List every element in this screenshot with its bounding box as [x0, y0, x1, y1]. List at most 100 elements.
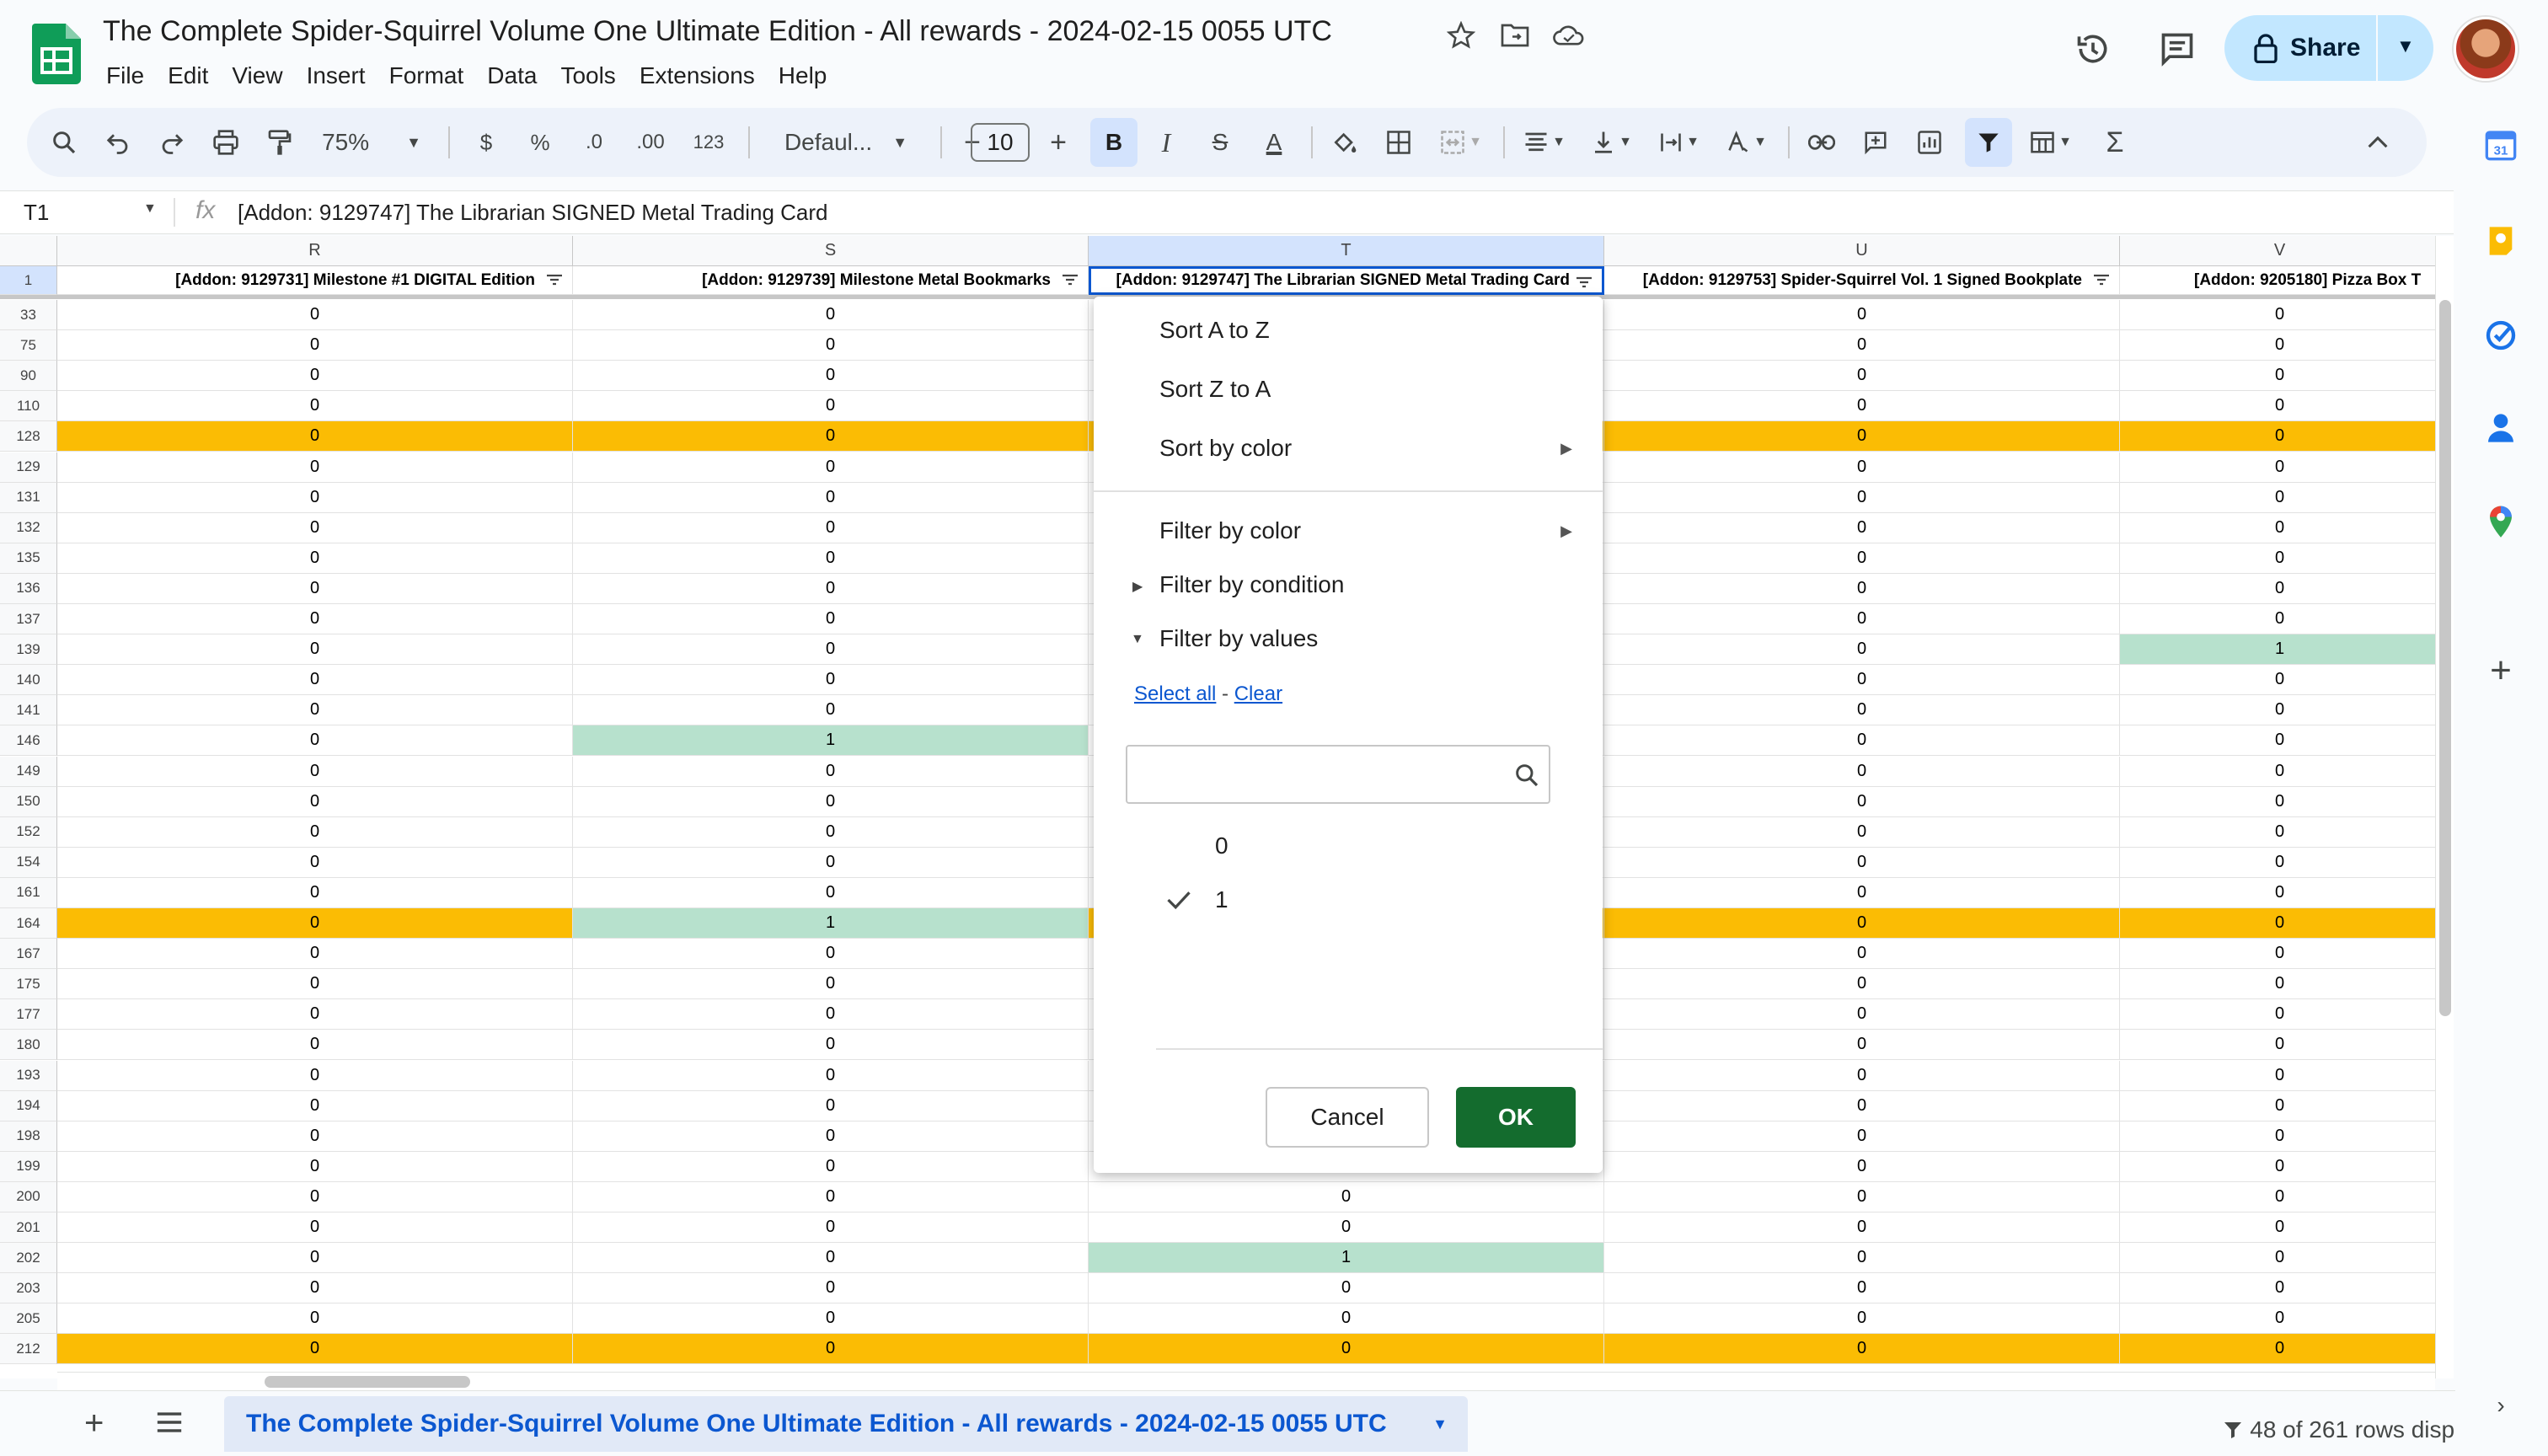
table-cell[interactable]: 0 [573, 1273, 1089, 1304]
table-cell[interactable]: 0 [1604, 877, 2120, 908]
table-cell[interactable]: 0 [1089, 1212, 1604, 1244]
fill-color-icon[interactable] [1323, 108, 1367, 177]
table-cell[interactable]: 0 [2120, 695, 2435, 726]
header-cell[interactable]: [Addon: 9129747] The Librarian SIGNED Me… [1089, 266, 1604, 295]
italic-button[interactable]: I [1144, 108, 1188, 177]
table-cell[interactable]: 1 [2120, 634, 2435, 666]
table-cell[interactable]: 0 [573, 1212, 1089, 1244]
table-cell[interactable]: 0 [2120, 939, 2435, 970]
table-cell[interactable]: 0 [2120, 817, 2435, 848]
column-header-v[interactable]: V [2120, 236, 2435, 266]
table-cell[interactable]: 0 [2120, 513, 2435, 543]
table-cell[interactable]: 0 [2120, 1182, 2435, 1212]
table-cell[interactable]: 0 [2120, 1303, 2435, 1335]
functions-icon[interactable]: Σ [2093, 108, 2137, 177]
ok-button[interactable]: OK [1456, 1087, 1576, 1148]
menu-edit[interactable]: Edit [156, 59, 220, 93]
table-cell[interactable]: 0 [1604, 300, 2120, 331]
row-header[interactable]: 141 [0, 695, 57, 726]
table-cell[interactable]: 0 [57, 665, 573, 696]
table-cell[interactable]: 0 [57, 756, 573, 787]
table-cell[interactable]: 0 [2120, 999, 2435, 1030]
row-header[interactable]: 136 [0, 573, 57, 604]
row-header[interactable]: 202 [0, 1243, 57, 1274]
font-size-input[interactable]: 10 [971, 123, 1030, 162]
filter-value-item[interactable]: 1 [1166, 880, 1503, 922]
table-cell[interactable]: 1 [573, 908, 1089, 939]
number-format-button[interactable]: 123 [682, 108, 735, 177]
add-sheet-icon[interactable]: + [84, 1405, 104, 1443]
header-cell[interactable]: [Addon: 9129731] Milestone #1 DIGITAL Ed… [57, 266, 573, 295]
text-wrapping-icon[interactable]: ▼ [1650, 108, 1709, 177]
table-cell[interactable]: 0 [57, 1181, 573, 1212]
table-cell[interactable]: 0 [2120, 1212, 2435, 1244]
table-cell[interactable]: 0 [1604, 421, 2120, 452]
table-cell[interactable]: 0 [2120, 452, 2435, 483]
table-cell[interactable]: 0 [1604, 330, 2120, 361]
table-cell[interactable]: 0 [573, 816, 1089, 848]
table-cell[interactable]: 0 [573, 421, 1089, 452]
currency-format-button[interactable]: $ [465, 108, 507, 177]
table-cell[interactable]: 0 [2120, 787, 2435, 817]
row-header[interactable]: 193 [0, 1060, 57, 1091]
column-header-s[interactable]: S [573, 236, 1089, 266]
table-cell[interactable]: 0 [57, 1030, 573, 1061]
sort-by-color[interactable]: Sort by color [1159, 435, 1292, 462]
row-header[interactable]: 167 [0, 939, 57, 970]
row-header[interactable]: 201 [0, 1212, 57, 1244]
contacts-icon[interactable] [2479, 406, 2523, 450]
table-cell[interactable]: 0 [573, 1243, 1089, 1274]
table-cell[interactable]: 0 [1604, 573, 2120, 604]
table-cell[interactable]: 0 [1604, 512, 2120, 543]
sheet-tab[interactable]: The Complete Spider-Squirrel Volume One … [224, 1396, 1468, 1452]
table-cell[interactable]: 0 [2120, 604, 2435, 635]
share-dropdown-icon[interactable]: ▼ [2396, 35, 2415, 57]
horizontal-align-icon[interactable]: ▼ [1515, 108, 1574, 177]
table-cell[interactable]: 0 [573, 1121, 1089, 1152]
table-cell[interactable]: 0 [1604, 391, 2120, 422]
sort-a-to-z[interactable]: Sort A to Z [1159, 317, 1270, 344]
row-header[interactable]: 212 [0, 1334, 57, 1365]
row-header[interactable]: 135 [0, 543, 57, 574]
menu-data[interactable]: Data [475, 59, 549, 93]
table-cell[interactable]: 0 [573, 1303, 1089, 1335]
row-header[interactable]: 75 [0, 330, 57, 361]
select-all-link[interactable]: Select all [1134, 682, 1216, 705]
table-cell[interactable]: 0 [57, 1303, 573, 1335]
redo-icon[interactable] [150, 108, 194, 177]
paint-format-icon[interactable] [258, 108, 302, 177]
table-cell[interactable]: 0 [573, 969, 1089, 1000]
table-cell[interactable]: 0 [2120, 1030, 2435, 1061]
table-cell[interactable]: 0 [573, 604, 1089, 635]
insert-chart-icon[interactable] [1908, 108, 1951, 177]
cloud-status-icon[interactable] [1552, 19, 1586, 52]
table-cell[interactable]: 0 [2120, 300, 2435, 331]
table-cell[interactable]: 0 [57, 361, 573, 392]
row-header[interactable]: 203 [0, 1273, 57, 1304]
table-cell[interactable]: 0 [573, 1151, 1089, 1182]
row-header[interactable]: 205 [0, 1303, 57, 1335]
filter-by-values[interactable]: Filter by values [1159, 625, 1318, 652]
filter-views-icon[interactable]: ▼ [2021, 108, 2081, 177]
insert-comment-icon[interactable] [1854, 108, 1898, 177]
table-cell[interactable]: 0 [573, 665, 1089, 696]
row-header[interactable]: 33 [0, 300, 57, 331]
table-cell[interactable]: 0 [2120, 757, 2435, 787]
insert-link-icon[interactable] [1800, 108, 1844, 177]
horizontal-scrollbar-thumb[interactable] [265, 1376, 470, 1388]
table-cell[interactable]: 0 [57, 1121, 573, 1152]
share-button[interactable]: Share ▼ [2224, 15, 2433, 81]
sheet-tab-menu-icon[interactable]: ▼ [1432, 1416, 1448, 1433]
table-cell[interactable]: 0 [1604, 361, 2120, 392]
table-cell[interactable]: 0 [573, 512, 1089, 543]
column-filter-icon[interactable] [2092, 273, 2111, 291]
table-cell[interactable]: 0 [1604, 1121, 2120, 1152]
table-cell[interactable]: 0 [2120, 483, 2435, 513]
menu-help[interactable]: Help [767, 59, 839, 93]
table-cell[interactable]: 0 [1604, 999, 2120, 1030]
table-cell[interactable]: 0 [1604, 816, 2120, 848]
table-cell[interactable]: 0 [573, 847, 1089, 878]
table-cell[interactable]: 0 [57, 999, 573, 1030]
font-select[interactable]: Defaul... ▼ [762, 108, 930, 177]
table-cell[interactable]: 0 [1089, 1181, 1604, 1212]
